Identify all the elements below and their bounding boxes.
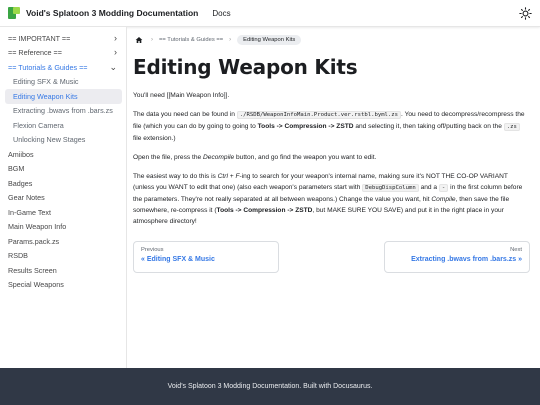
sidebar-item-main-weapon-info[interactable]: Main Weapon Info — [0, 220, 126, 235]
code-path: ./RSDB/WeaponInfoMain.Product.ver.rstbl.… — [236, 111, 402, 119]
code-debug-column: DebugDispColumn — [362, 184, 419, 192]
pager-sublabel: Next — [510, 247, 522, 253]
sidebar-item-label: Editing Weapon Kits — [13, 91, 78, 101]
breadcrumb-separator: › — [229, 37, 232, 43]
paragraph-1: You'll need [[Main Weapon Info]]. — [133, 92, 230, 99]
doc-main: › == Tutorials & Guides == › Editing Wea… — [128, 27, 540, 368]
sidebar-item-special-weapons[interactable]: Special Weapons — [0, 278, 126, 293]
sidebar-item-badges[interactable]: Badges — [0, 176, 126, 191]
sidebar-item-label: Gear Notes — [8, 193, 45, 203]
sidebar-item-results-screen[interactable]: Results Screen — [0, 263, 126, 278]
sidebar-item-label: Flexion Camera — [13, 120, 64, 130]
sidebar-item-rsdb[interactable]: RSDB — [0, 249, 126, 264]
sidebar-item-label: Special Weapons — [8, 280, 64, 290]
sidebar-item-unlocking-new-stages[interactable]: Unlocking New Stages — [5, 133, 122, 148]
paragraph-3: Open the file, press the Decompile butto… — [133, 154, 377, 161]
sidebar-item-label: Extracting .bwavs from .bars.zs — [13, 106, 113, 116]
sidebar-item-editing-weapon-kits[interactable]: Editing Weapon Kits — [5, 89, 122, 104]
sidebar-item-editing-sfx-music[interactable]: Editing SFX & Music — [5, 75, 122, 90]
sidebar-item-label: Main Weapon Info — [8, 222, 67, 232]
code-dash: - — [438, 184, 449, 192]
sidebar-category-important[interactable]: == IMPORTANT == › — [0, 31, 126, 46]
home-icon[interactable] — [133, 34, 145, 46]
pager-sublabel: Previous — [141, 247, 164, 253]
breadcrumb-current: Editing Weapon Kits — [237, 35, 302, 45]
sidebar-item-flexion-camera[interactable]: Flexion Camera — [5, 118, 122, 133]
sidebar-item-label: == IMPORTANT == — [8, 33, 71, 43]
breadcrumb: › == Tutorials & Guides == › Editing Wea… — [133, 33, 530, 47]
footer-copyright: Void's Splatoon 3 Modding Documentation.… — [167, 383, 373, 390]
sidebar-item-label: BGM — [8, 164, 25, 174]
sidebar-item-gear-notes[interactable]: Gear Notes — [0, 191, 126, 206]
sidebar-item-amiibos[interactable]: Amiibos — [0, 147, 126, 162]
nav-docs-link[interactable]: Docs — [212, 9, 230, 18]
italic-text: Decompile — [203, 154, 235, 161]
sidebar-category-tutorials[interactable]: == Tutorials & Guides == ⌄ — [0, 60, 126, 75]
bold-text: Tools -> Compression -> ZSTD — [216, 207, 313, 214]
sidebar-item-label: In-Game Text — [8, 207, 52, 217]
breadcrumb-separator: › — [151, 37, 153, 43]
bold-text: Tools -> Compression -> ZSTD — [257, 123, 354, 130]
sidebar-item-label: Editing SFX & Music — [13, 77, 79, 87]
sidebar-item-label: == Reference == — [8, 48, 62, 58]
next-page-link[interactable]: Next Extracting .bwavs from .bars.zs » — [384, 241, 530, 273]
breadcrumb-category[interactable]: == Tutorials & Guides == — [159, 37, 223, 43]
sidebar-item-label: Results Screen — [8, 265, 57, 275]
pager-title: Extracting .bwavs from .bars.zs » — [411, 256, 522, 263]
sidebar-category-reference[interactable]: == Reference == › — [0, 46, 126, 61]
paragraph-4: The easiest way to do this is Ctrl + F-i… — [133, 173, 523, 225]
docs-sidebar: == IMPORTANT == › == Reference == › == T… — [0, 27, 127, 368]
doc-pagination: Previous « Editing SFX & Music Next Extr… — [133, 241, 530, 273]
sidebar-item-label: RSDB — [8, 251, 28, 261]
page-title: Editing Weapon Kits — [133, 55, 358, 79]
sun-icon[interactable] — [519, 7, 532, 20]
sidebar-item-label: Amiibos — [8, 149, 34, 159]
sidebar-item-bgm[interactable]: BGM — [0, 162, 126, 177]
italic-text: Ctrl + F — [217, 173, 240, 180]
italic-text: Compile — [431, 196, 456, 203]
navbar: Void's Splatoon 3 Modding Documentation … — [0, 0, 540, 27]
previous-page-link[interactable]: Previous « Editing SFX & Music — [133, 241, 279, 273]
chevron-down-icon[interactable]: ⌄ — [109, 62, 117, 72]
sidebar-item-in-game-text[interactable]: In-Game Text — [0, 205, 126, 220]
site-logo[interactable] — [8, 7, 20, 19]
footer: Void's Splatoon 3 Modding Documentation.… — [0, 368, 540, 405]
code-ext: .zs — [503, 123, 520, 131]
sidebar-item-label: Unlocking New Stages — [13, 135, 86, 145]
site-title[interactable]: Void's Splatoon 3 Modding Documentation — [26, 8, 198, 18]
pager-title: « Editing SFX & Music — [141, 256, 215, 263]
chevron-right-icon[interactable]: › — [114, 48, 117, 57]
sidebar-item-label: Params.pack.zs — [8, 236, 60, 246]
sidebar-item-label: == Tutorials & Guides == — [8, 62, 88, 72]
sidebar-item-extracting-bwavs[interactable]: Extracting .bwavs from .bars.zs — [5, 104, 122, 119]
sidebar-item-label: Badges — [8, 178, 33, 188]
paragraph-2: The data you need can be found in ./RSDB… — [133, 111, 525, 142]
chevron-right-icon[interactable]: › — [114, 33, 117, 43]
sidebar-item-params-pack[interactable]: Params.pack.zs — [0, 234, 126, 249]
